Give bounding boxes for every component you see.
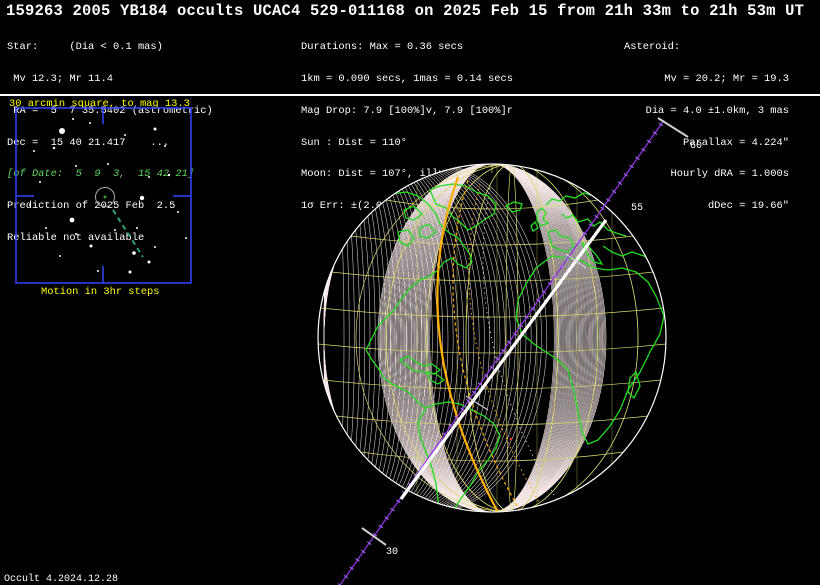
track-label-60: 60 [690,141,702,152]
earth-globe [317,163,667,513]
track-label-30: 30 [386,547,398,558]
track-label-55: 55 [631,203,643,214]
starfield-chart [15,107,192,284]
starfield-caption: Motion in 3hr steps [41,286,160,298]
version-label: Occult 4.2024.12.28 [4,574,119,585]
